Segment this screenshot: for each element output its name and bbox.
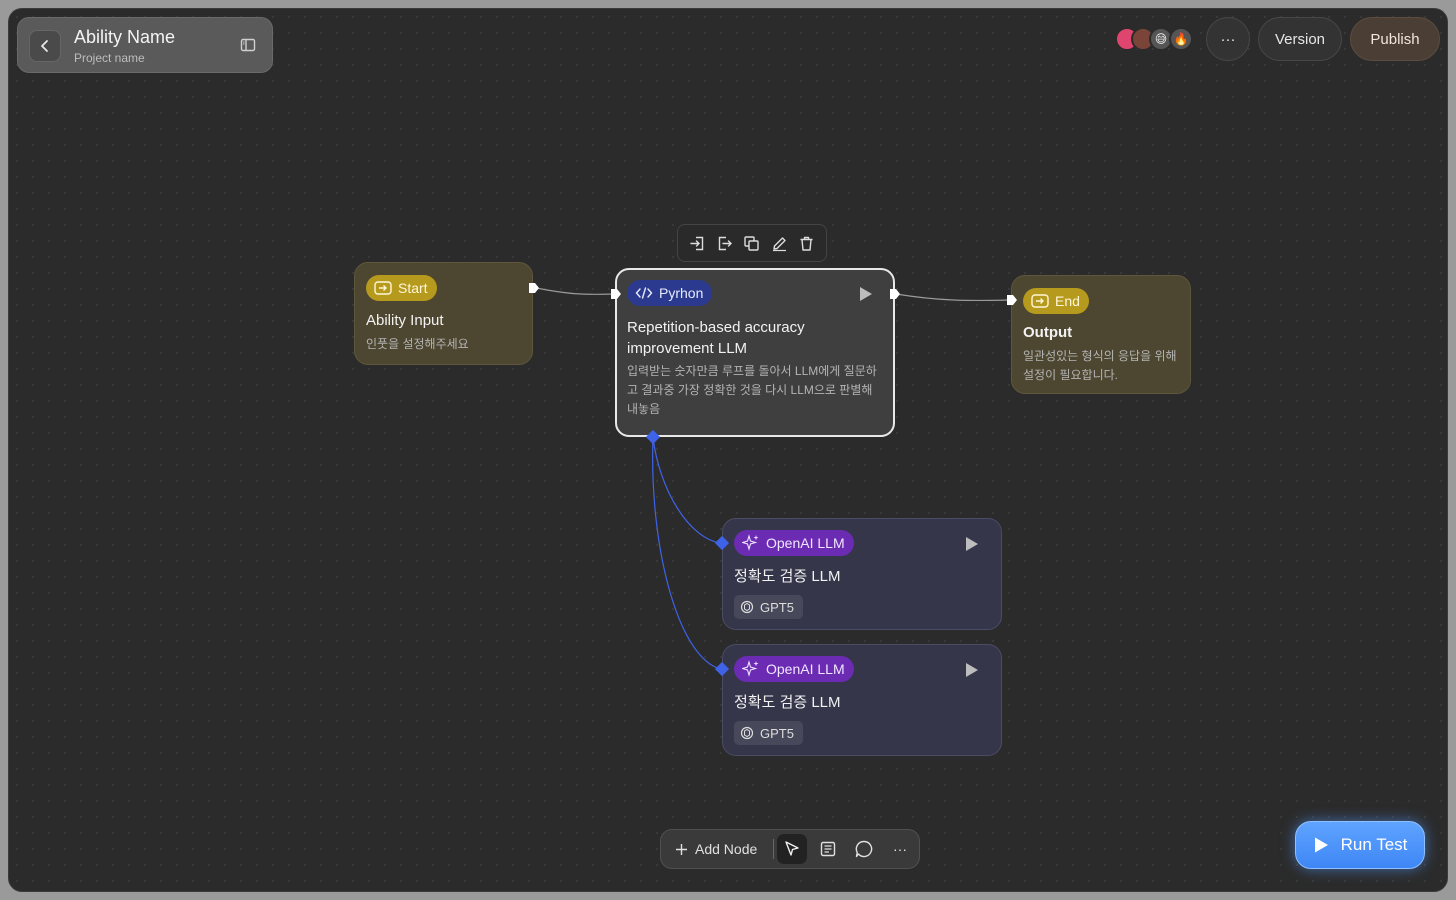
badge-label: Pyrhon bbox=[659, 285, 704, 301]
comment-tool-button[interactable] bbox=[849, 834, 879, 864]
edge-python-llm1 bbox=[652, 436, 722, 544]
node-title: 정확도 검증 LLM bbox=[734, 694, 841, 711]
edge-python-llm2 bbox=[652, 436, 722, 670]
edge-python-end bbox=[895, 293, 1010, 302]
model-chip: GPT5 bbox=[734, 595, 803, 619]
project-name: Project name bbox=[74, 51, 145, 65]
title-panel: Ability Name Project name bbox=[17, 17, 273, 73]
node-title: Repetition-based accuracy improvement LL… bbox=[627, 319, 805, 357]
duplicate-icon[interactable] bbox=[741, 232, 763, 254]
sidebar-toggle-button[interactable] bbox=[240, 37, 258, 55]
add-node-label: Add Node bbox=[695, 841, 758, 857]
more-options-button[interactable]: ··· bbox=[1206, 17, 1250, 61]
model-chip: GPT5 bbox=[734, 721, 803, 745]
node-type-badge: OpenAI LLM bbox=[734, 656, 854, 682]
edit-icon[interactable] bbox=[768, 232, 790, 254]
node-description: 입력받는 숫자만큼 루프를 돌아서 LLM에게 질문하고 결과중 가장 정확한 … bbox=[627, 364, 877, 416]
note-tool-button[interactable] bbox=[813, 834, 843, 864]
model-name: GPT5 bbox=[760, 599, 794, 615]
node-type-badge: Start bbox=[366, 275, 437, 301]
run-test-button[interactable]: Run Test bbox=[1295, 821, 1425, 869]
toolbar-divider bbox=[773, 839, 774, 859]
code-icon bbox=[635, 287, 653, 299]
badge-label: Start bbox=[398, 280, 428, 296]
play-icon bbox=[1314, 837, 1328, 853]
input-arrow-icon bbox=[1031, 294, 1049, 308]
end-node[interactable]: End Output 일관성있는 형식의 응답을 위해 설정이 필요합니다. bbox=[1011, 275, 1191, 394]
node-title: Ability Input bbox=[366, 312, 444, 329]
add-node-button[interactable]: Add Node bbox=[675, 830, 757, 868]
select-tool-button[interactable] bbox=[777, 834, 807, 864]
node-type-badge: Pyrhon bbox=[627, 280, 713, 306]
chevron-left-icon bbox=[41, 40, 48, 52]
openai-logo-icon bbox=[740, 726, 754, 740]
node-description: 인풋을 설정해주세요 bbox=[366, 337, 469, 351]
canvas-toolbar: Add Node ··· bbox=[660, 829, 920, 869]
import-icon[interactable] bbox=[687, 232, 709, 254]
plus-icon bbox=[676, 843, 687, 855]
run-node-play-icon[interactable] bbox=[966, 663, 978, 677]
model-name: GPT5 bbox=[760, 725, 794, 741]
version-button[interactable]: Version bbox=[1258, 17, 1342, 61]
collaborator-avatars: 😅 🔥 bbox=[1115, 25, 1195, 53]
document-icon bbox=[820, 841, 836, 857]
node-type-badge: End bbox=[1023, 288, 1089, 314]
run-node-play-icon[interactable] bbox=[966, 537, 978, 551]
cursor-icon bbox=[785, 841, 799, 856]
trash-icon[interactable] bbox=[795, 232, 817, 254]
export-icon[interactable] bbox=[714, 232, 736, 254]
chat-bubble-icon bbox=[855, 840, 873, 858]
badge-label: OpenAI LLM bbox=[766, 535, 845, 551]
connections-layer bbox=[535, 287, 1010, 670]
node-type-badge: OpenAI LLM bbox=[734, 530, 854, 556]
back-button[interactable] bbox=[29, 30, 61, 62]
node-title: Output bbox=[1023, 324, 1073, 341]
openai-llm-node[interactable]: OpenAI LLM 정확도 검증 LLM GPT5 bbox=[722, 644, 1002, 756]
node-description: 일관성있는 형식의 응답을 위해 설정이 필요합니다. bbox=[1023, 349, 1177, 382]
node-action-toolbar bbox=[677, 224, 827, 262]
avatar-emoji[interactable]: 🔥 bbox=[1169, 27, 1193, 51]
sidebar-icon bbox=[240, 38, 256, 52]
run-test-label: Run Test bbox=[1340, 835, 1408, 854]
publish-button[interactable]: Publish bbox=[1350, 17, 1440, 61]
ability-title: Ability Name bbox=[74, 27, 176, 47]
openai-llm-node[interactable]: OpenAI LLM 정확도 검증 LLM GPT5 bbox=[722, 518, 1002, 630]
python-node[interactable]: Pyrhon Repetition-based accuracy improve… bbox=[615, 268, 895, 437]
badge-label: OpenAI LLM bbox=[766, 661, 845, 677]
start-node[interactable]: Start Ability Input 인풋을 설정해주세요 bbox=[354, 262, 533, 365]
more-tools-button[interactable]: ··· bbox=[885, 834, 915, 864]
node-title: 정확도 검증 LLM bbox=[734, 568, 841, 585]
input-arrow-icon bbox=[374, 281, 392, 295]
workflow-canvas[interactable]: Ability Name Project name 😅 🔥 ··· Versio… bbox=[8, 8, 1448, 892]
badge-label: End bbox=[1055, 293, 1080, 309]
openai-logo-icon bbox=[740, 600, 754, 614]
run-node-play-icon[interactable] bbox=[860, 287, 872, 301]
sparkle-icon bbox=[742, 660, 759, 677]
sparkle-icon bbox=[742, 534, 759, 551]
edge-start-python bbox=[535, 287, 615, 295]
